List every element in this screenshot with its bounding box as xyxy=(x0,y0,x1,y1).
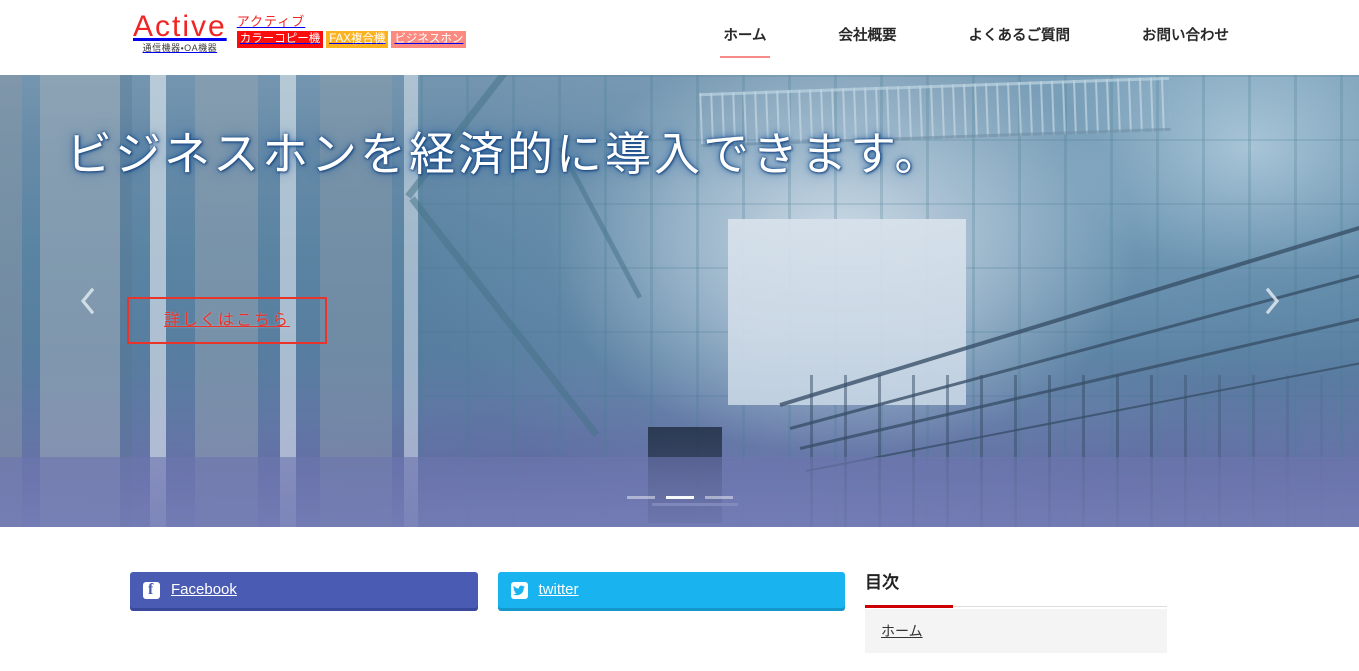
badge-color-copier: カラーコピー機 xyxy=(236,31,324,48)
hero-headline: ビジネスホンを経済的に導入できます。 xyxy=(66,128,944,180)
main-navigation: ホーム 会社概要 よくあるご質問 お問い合わせ xyxy=(687,26,1229,58)
nav-item-faq[interactable]: よくあるご質問 xyxy=(933,26,1107,46)
sidebar-title: 目次 xyxy=(865,573,899,592)
carousel-indicator-1[interactable] xyxy=(626,496,655,499)
carousel-indicators xyxy=(0,496,1359,499)
badge-business-phone: ビジネスホン xyxy=(391,31,467,48)
logo-wordmark: Active xyxy=(133,10,227,43)
logo-badges-block: アクティブ カラーコピー機 FAX複合機 ビジネスホン xyxy=(236,14,467,48)
logo-badge-row: カラーコピー機 FAX複合機 ビジネスホン xyxy=(236,31,467,48)
carousel-indicator-3[interactable] xyxy=(704,496,733,499)
carousel-indicator-2[interactable] xyxy=(665,496,694,499)
facebook-button-label: Facebook xyxy=(171,581,237,598)
logo-kana: アクティブ xyxy=(236,14,306,29)
sidebar: 目次 ホーム xyxy=(865,572,1195,653)
logo-tagline: 通信機器・OA機器 xyxy=(142,43,218,53)
facebook-icon xyxy=(143,581,160,599)
hero-cta-button[interactable]: 詳しくはこちら xyxy=(127,297,327,344)
toc-item-home[interactable]: ホーム xyxy=(865,609,1167,653)
carousel-next-button[interactable] xyxy=(1253,275,1291,327)
hero-carousel: ビジネスホンを経済的に導入できます。 詳しくはこちら xyxy=(0,75,1359,527)
nav-item-contact[interactable]: お問い合わせ xyxy=(1106,26,1229,46)
page-root: Active 通信機器・OA機器 アクティブ カラーコピー機 FAX複合機 ビジ… xyxy=(0,0,1359,671)
social-buttons-row: Facebook twitter xyxy=(0,572,845,653)
twitter-bird-icon xyxy=(510,581,528,599)
logo-wordmark-block: Active 通信機器・OA機器 xyxy=(133,12,227,54)
twitter-button-label: twitter xyxy=(538,581,579,598)
carousel-prev-button[interactable] xyxy=(68,275,106,327)
chevron-left-icon xyxy=(79,287,96,315)
facebook-share-button[interactable]: Facebook xyxy=(130,572,478,608)
site-header: Active 通信機器・OA機器 アクティブ カラーコピー機 FAX複合機 ビジ… xyxy=(0,0,1359,75)
nav-item-home[interactable]: ホーム xyxy=(687,26,802,58)
site-logo[interactable]: Active 通信機器・OA機器 アクティブ カラーコピー機 FAX複合機 ビジ… xyxy=(133,12,467,54)
twitter-share-button[interactable]: twitter xyxy=(497,572,845,608)
sidebar-title-rule xyxy=(865,605,1167,608)
chevron-right-icon xyxy=(1264,287,1281,315)
nav-item-company-profile[interactable]: 会社概要 xyxy=(803,26,933,46)
badge-fax-mfp: FAX複合機 xyxy=(326,31,389,48)
content-area: Facebook twitter 目次 ホーム xyxy=(0,527,1359,653)
